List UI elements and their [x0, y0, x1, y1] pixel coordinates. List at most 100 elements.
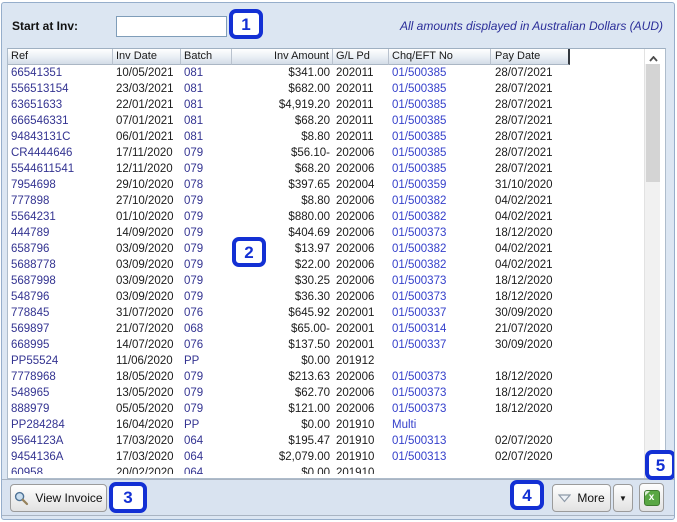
table-row[interactable]: 63651633 22/01/2021 081 $4,919.20 202011…	[8, 97, 665, 113]
table-row[interactable]: 5564231 01/10/2020 079 $880.00 202006 01…	[8, 209, 665, 225]
table-row[interactable]: 569897 21/07/2020 068 $65.00- 202001 01/…	[8, 321, 665, 337]
table-row[interactable]: 9454136A 17/03/2020 064 $2,079.00 201910…	[8, 449, 665, 465]
table-row[interactable]: 9564123A 17/03/2020 064 $195.47 201910 0…	[8, 433, 665, 449]
export-excel-button[interactable]: x	[639, 483, 664, 512]
cell-inv-amount: $195.47	[288, 435, 330, 447]
cell-batch: 081	[184, 67, 204, 79]
cell-ref: 9564123A	[11, 435, 64, 447]
cell-chq-eft-no: 01/500385	[392, 67, 447, 79]
scrollbar-up-icon[interactable]	[645, 49, 661, 64]
column-header-chq-eft-no[interactable]: Chq/EFT No	[389, 49, 491, 65]
table-body: 66541351 10/05/2021 081 $341.00 202011 0…	[8, 65, 665, 474]
cell-inv-amount: $2,079.00	[278, 451, 330, 463]
cell-gl-pd: 202006	[336, 211, 375, 223]
cell-pay-date: 04/02/2021	[495, 243, 553, 255]
cell-chq-eft-no: 01/500314	[392, 323, 447, 335]
table-row[interactable]: 7778968 18/05/2020 079 $213.63 202006 01…	[8, 369, 665, 385]
cell-gl-pd: 202001	[336, 323, 375, 335]
more-dropdown-button[interactable]: ▼	[613, 484, 633, 512]
vertical-scrollbar[interactable]	[644, 49, 661, 478]
cell-inv-amount: $36.30	[294, 291, 330, 303]
cell-chq-eft-no: 01/500373	[392, 275, 447, 287]
view-invoice-button[interactable]: View Invoice	[10, 484, 107, 512]
table-row[interactable]: 444789 14/09/2020 079 $404.69 202006 01/…	[8, 225, 665, 241]
cell-gl-pd: 202011	[336, 131, 374, 143]
cell-batch: 079	[184, 243, 204, 255]
footer-bar: View Invoice More ▼ x	[2, 479, 674, 516]
cell-pay-date	[491, 353, 570, 369]
table-row[interactable]: 66541351 10/05/2021 081 $341.00 202011 0…	[8, 65, 665, 81]
cell-batch: 079	[184, 291, 204, 303]
scrollbar-thumb[interactable]	[646, 64, 660, 182]
cell-inv-date: 17/03/2020	[116, 435, 174, 447]
table-row[interactable]: 548965 13/05/2020 079 $62.70 202006 01/5…	[8, 385, 665, 401]
table-row[interactable]: 777898 27/10/2020 079 $8.80 202006 01/50…	[8, 193, 665, 209]
cell-inv-amount: $65.00-	[290, 323, 330, 335]
start-at-inv-input[interactable]	[116, 16, 227, 37]
cell-ref: 666546331	[11, 115, 69, 127]
cell-ref: 548965	[11, 387, 50, 399]
cell-chq-eft-no: 01/500382	[392, 195, 447, 207]
cell-ref: 569897	[11, 323, 50, 335]
column-header-ref[interactable]: Ref	[8, 49, 113, 65]
column-header-batch[interactable]: Batch	[181, 49, 232, 65]
cell-chq-eft-no	[389, 465, 491, 474]
cell-gl-pd: 202011	[336, 99, 374, 111]
table-row[interactable]: 548796 03/09/2020 079 $36.30 202006 01/5…	[8, 289, 665, 305]
cell-gl-pd: 202006	[336, 163, 375, 175]
start-at-inv-label: Start at Inv:	[12, 19, 79, 33]
table-row[interactable]: 668995 14/07/2020 076 $137.50 202001 01/…	[8, 337, 665, 353]
cell-inv-amount: $62.70	[294, 387, 330, 399]
cell-gl-pd: 202004	[336, 179, 375, 191]
cell-inv-amount: $0.00	[301, 467, 330, 474]
table-row[interactable]: PP284284 16/04/2020 PP $0.00 201910 Mult…	[8, 417, 665, 433]
cell-inv-date: 03/09/2020	[116, 275, 174, 287]
cell-batch: 081	[184, 99, 204, 111]
table-row[interactable]: 888979 05/05/2020 079 $121.00 202006 01/…	[8, 401, 665, 417]
cell-batch: PP	[184, 355, 200, 367]
cell-ref: 778845	[11, 307, 50, 319]
table-row[interactable]: 5544611541 12/11/2020 079 $68.20 202006 …	[8, 161, 665, 177]
column-header-inv-amount[interactable]: Inv Amount	[232, 49, 333, 65]
view-invoice-label: View Invoice	[35, 491, 103, 505]
cell-batch: 079	[184, 163, 204, 175]
column-header-gl-pd[interactable]: G/L Pd	[333, 49, 389, 65]
cell-chq-eft-no: 01/500313	[392, 451, 447, 463]
table-row[interactable]: CR4444646 17/11/2020 079 $56.10- 202006 …	[8, 145, 665, 161]
cell-pay-date: 04/02/2021	[495, 195, 553, 207]
column-header-pay-date[interactable]: Pay Date	[491, 49, 570, 65]
cell-ref: PP284284	[11, 419, 65, 431]
cell-inv-date: 14/09/2020	[116, 227, 174, 239]
cell-batch: 076	[184, 339, 204, 351]
cell-ref: PP55524	[11, 355, 59, 367]
cell-batch: 079	[184, 227, 204, 239]
table-row[interactable]: 658796 03/09/2020 079 $13.97 202006 01/5…	[8, 241, 665, 257]
cell-batch: 079	[184, 387, 204, 399]
cell-inv-amount: $4,919.20	[278, 99, 330, 111]
cell-inv-date: 31/07/2020	[116, 307, 174, 319]
table-row[interactable]: PP55524 11/06/2020 PP $0.00 201912	[8, 353, 665, 369]
table-row[interactable]: 556513154 23/03/2021 081 $682.00 202011 …	[8, 81, 665, 97]
cell-chq-eft-no: 01/500382	[392, 243, 447, 255]
table-row[interactable]: 5687998 03/09/2020 079 $30.25 202006 01/…	[8, 273, 665, 289]
cell-inv-date: 29/10/2020	[116, 179, 174, 191]
table-row[interactable]: 60958 20/02/2020 064 $0.00 201910	[8, 465, 665, 474]
cell-chq-eft-no: 01/500373	[392, 227, 447, 239]
cell-inv-date: 14/07/2020	[116, 339, 174, 351]
table-row[interactable]: 7954698 29/10/2020 078 $397.65 202004 01…	[8, 177, 665, 193]
table-row[interactable]: 778845 31/07/2020 076 $645.92 202001 01/…	[8, 305, 665, 321]
cell-gl-pd: 202006	[336, 147, 375, 159]
cell-inv-date: 07/01/2021	[116, 115, 174, 127]
cell-batch: 068	[184, 323, 204, 335]
cell-inv-amount: $121.00	[288, 403, 330, 415]
cell-ref: 556513154	[11, 83, 69, 95]
cell-inv-date: 12/11/2020	[116, 163, 173, 175]
column-header-inv-date[interactable]: Inv Date	[113, 49, 181, 65]
table-row[interactable]: 666546331 07/01/2021 081 $68.20 202011 0…	[8, 113, 665, 129]
table-row[interactable]: 5688778 03/09/2020 079 $22.00 202006 01/…	[8, 257, 665, 273]
cell-batch: 064	[184, 435, 204, 447]
more-label: More	[577, 491, 605, 505]
table-row[interactable]: 94843131C 06/01/2021 081 $8.80 202011 01…	[8, 129, 665, 145]
cell-ref: 5564231	[11, 211, 56, 223]
more-button[interactable]: More	[552, 484, 611, 512]
